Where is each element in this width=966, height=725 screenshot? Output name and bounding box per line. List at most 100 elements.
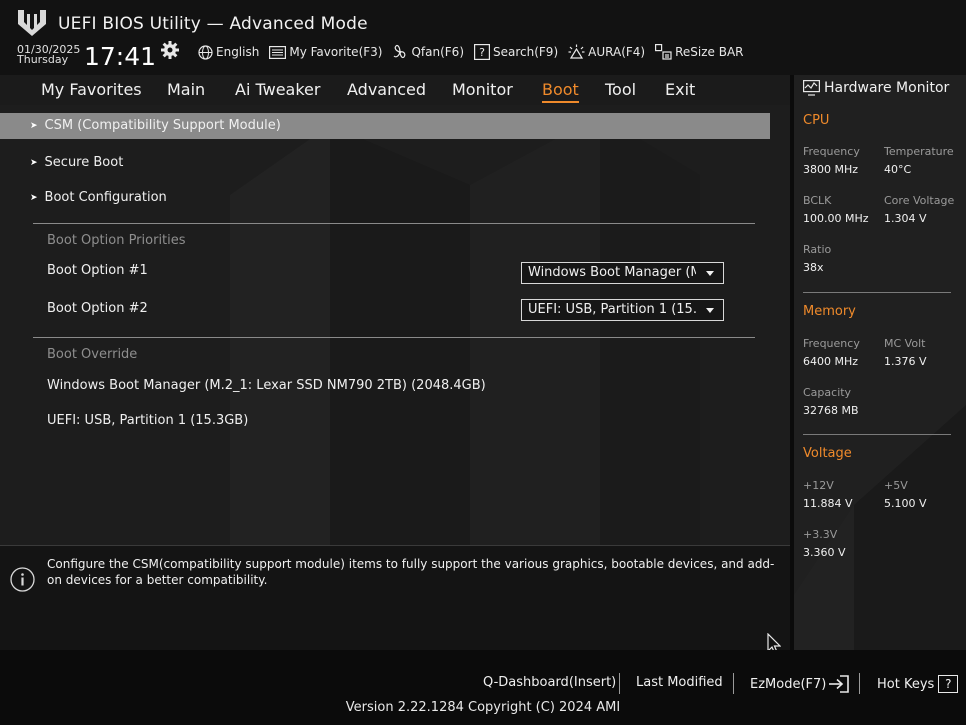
hardware-monitor-panel: Hardware Monitor CPU Frequency 3800 MHz … (794, 75, 966, 650)
toolbar: English My Favorite(F3) Qfan(F6) ? Searc… (198, 44, 754, 60)
v12-value: 11.884 V (803, 497, 853, 510)
voltage-heading: Voltage (803, 446, 852, 461)
mc-volt-label: MC Volt (884, 337, 926, 350)
menu-secure-boot[interactable]: ➤ Secure Boot (30, 155, 123, 170)
language-button[interactable]: English (198, 44, 260, 60)
v5-label: +5V (884, 479, 908, 492)
favorite-icon (269, 45, 287, 59)
menu-csm[interactable]: ➤ CSM (Compatibility Support Module) (30, 118, 281, 133)
search-label: Search(F9) (493, 45, 559, 59)
cpu-temperature-value: 40°C (884, 163, 912, 176)
tab-exit[interactable]: Exit (665, 80, 695, 99)
main-tabs: My Favorites Main Ai Tweaker Advanced Mo… (0, 75, 790, 105)
page-title: UEFI BIOS Utility — Advanced Mode (58, 14, 368, 34)
globe-icon (198, 44, 213, 60)
date-display: 01/30/2025 Thursday (17, 44, 80, 65)
footer-bar: Q-Dashboard(Insert) Last Modified EzMode… (0, 650, 966, 725)
v33-label: +3.3V (803, 528, 838, 541)
chevron-right-icon: ➤ (30, 192, 38, 203)
cpu-heading: CPU (803, 113, 830, 128)
menu-boot-configuration-label: Boot Configuration (44, 190, 167, 205)
ezmode-label: EzMode(F7) (750, 676, 827, 692)
qfan-button[interactable]: Qfan(F6) (392, 44, 464, 60)
my-favorite-button[interactable]: My Favorite(F3) (269, 45, 382, 59)
divider (803, 292, 951, 293)
q-dashboard-button[interactable]: Q-Dashboard(Insert) (483, 675, 616, 690)
v33-value: 3.360 V (803, 546, 846, 559)
version-text: Version 2.22.1284 Copyright (C) 2024 AMI (345, 700, 621, 715)
divider (33, 337, 755, 338)
tab-advanced[interactable]: Advanced (347, 80, 426, 99)
hot-keys-button[interactable]: Hot Keys ? (877, 675, 959, 693)
hardware-monitor-label: Hardware Monitor (824, 80, 950, 96)
v5-value: 5.100 V (884, 497, 927, 510)
cpu-frequency-label: Frequency (803, 145, 860, 158)
search-icon: ? (474, 44, 490, 60)
chevron-right-icon: ➤ (30, 157, 38, 168)
exit-arrow-icon (829, 675, 850, 693)
aura-icon (568, 44, 585, 59)
header-bar: UEFI BIOS Utility — Advanced Mode 01/30/… (0, 0, 966, 75)
resize-bar-button[interactable]: ReSize BAR (655, 44, 744, 60)
capacity-label: Capacity (803, 386, 852, 399)
cpu-frequency-value: 3800 MHz (803, 163, 859, 176)
mc-volt-value: 1.376 V (884, 355, 927, 368)
ratio-value: 38x (803, 261, 824, 274)
chevron-right-icon: ➤ (30, 120, 38, 131)
boot-option-2-value: UEFI: USB, Partition 1 (15.3GB) (528, 302, 696, 317)
tuf-logo-icon (18, 10, 46, 36)
language-label: English (216, 45, 260, 59)
resize-bar-icon (655, 44, 672, 60)
help-panel: Configure the CSM(compatibility support … (0, 545, 790, 650)
my-favorite-label: My Favorite(F3) (289, 45, 383, 59)
boot-override-heading: Boot Override (47, 347, 138, 362)
boot-override-item[interactable]: Windows Boot Manager (M.2_1: Lexar SSD N… (47, 378, 486, 393)
boot-settings-panel: ➤ CSM (Compatibility Support Module) ➤ S… (0, 105, 790, 545)
help-icon: ? (938, 675, 959, 693)
gear-icon[interactable] (160, 40, 180, 60)
background-texture (230, 115, 700, 545)
tab-my-favorites[interactable]: My Favorites (41, 80, 142, 99)
boot-option-priorities-heading: Boot Option Priorities (47, 233, 186, 248)
svg-text:?: ? (479, 46, 485, 59)
boot-option-2-label: Boot Option #2 (47, 301, 148, 316)
tab-tool[interactable]: Tool (605, 80, 636, 99)
divider (803, 434, 951, 435)
chevron-down-icon (706, 308, 714, 313)
boot-option-2-select[interactable]: UEFI: USB, Partition 1 (15.3GB) (521, 299, 724, 321)
tab-monitor[interactable]: Monitor (452, 80, 513, 99)
help-text: Configure the CSM(compatibility support … (47, 557, 775, 587)
tab-ai-tweaker[interactable]: Ai Tweaker (235, 80, 320, 99)
tab-boot[interactable]: Boot (542, 80, 579, 103)
search-button[interactable]: ? Search(F9) (474, 44, 558, 60)
core-voltage-value: 1.304 V (884, 212, 927, 225)
boot-override-item[interactable]: UEFI: USB, Partition 1 (15.3GB) (47, 413, 248, 428)
boot-option-1-select[interactable]: Windows Boot Manager (M.2_1: Lexar SSD N… (521, 262, 724, 284)
divider (733, 673, 734, 694)
divider (859, 673, 860, 694)
resize-bar-label: ReSize BAR (675, 45, 744, 59)
v12-label: +12V (803, 479, 834, 492)
menu-csm-label: CSM (Compatibility Support Module) (44, 118, 281, 133)
divider (619, 673, 620, 694)
menu-secure-boot-label: Secure Boot (44, 155, 124, 170)
last-modified-button[interactable]: Last Modified (636, 675, 723, 690)
boot-option-1-value: Windows Boot Manager (M.2_1: Lexar SSD N… (528, 265, 696, 280)
boot-option-1-label: Boot Option #1 (47, 263, 148, 278)
ratio-label: Ratio (803, 243, 832, 256)
divider (33, 223, 755, 224)
aura-button[interactable]: AURA(F4) (568, 44, 645, 60)
memory-heading: Memory (803, 304, 856, 319)
aura-label: AURA(F4) (588, 45, 646, 59)
cpu-temperature-label: Temperature (884, 145, 954, 158)
menu-boot-configuration[interactable]: ➤ Boot Configuration (30, 190, 167, 205)
capacity-value: 32768 MB (803, 404, 859, 417)
memory-frequency-value: 6400 MHz (803, 355, 859, 368)
ezmode-button[interactable]: EzMode(F7) (750, 675, 850, 693)
bclk-value: 100.00 MHz (803, 212, 869, 225)
hot-keys-label: Hot Keys (877, 676, 935, 692)
clock: 17:41 (84, 42, 157, 71)
tab-main[interactable]: Main (167, 80, 205, 99)
chevron-down-icon (706, 271, 714, 276)
fan-icon (394, 44, 406, 59)
